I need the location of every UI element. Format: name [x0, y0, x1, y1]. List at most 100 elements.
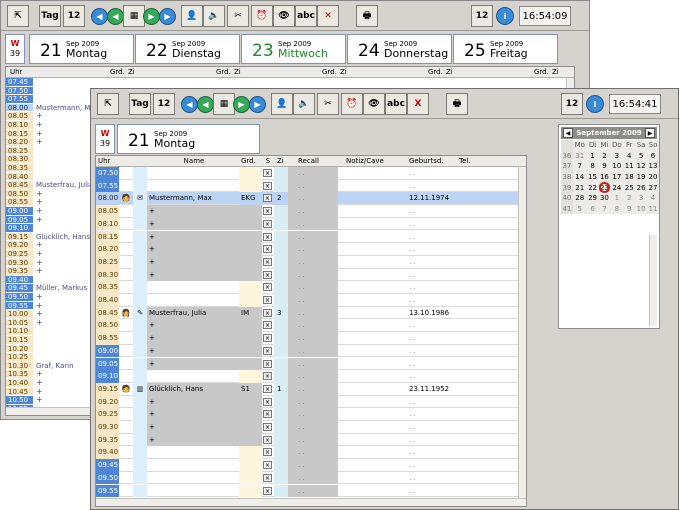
- exit-icon[interactable]: ⇱: [7, 5, 29, 27]
- calendar-day[interactable]: 20: [647, 172, 659, 183]
- patient-name-cell[interactable]: +: [147, 205, 239, 218]
- patient-name-cell[interactable]: [147, 459, 239, 472]
- patient-name-cell[interactable]: [147, 294, 239, 307]
- calendar-day[interactable]: 18: [623, 172, 635, 183]
- calendar-day[interactable]: 24: [610, 182, 623, 193]
- calendar-day[interactable]: 2: [599, 151, 611, 162]
- geburtsd-cell[interactable]: . .: [406, 434, 456, 447]
- zi-cell[interactable]: [274, 294, 288, 307]
- print-icon[interactable]: 🖶: [356, 5, 378, 27]
- recall-cell[interactable]: . .: [288, 319, 338, 333]
- grd-cell[interactable]: [239, 205, 262, 218]
- tel-cell[interactable]: [456, 231, 516, 244]
- checkbox-icon[interactable]: ×: [263, 397, 272, 406]
- print-icon[interactable]: 🖶: [446, 93, 468, 115]
- calendar-day[interactable]: 15: [587, 172, 599, 183]
- calendar-day[interactable]: 13: [647, 161, 659, 172]
- grd-cell[interactable]: [239, 344, 262, 358]
- geburtsd-cell[interactable]: . .: [406, 281, 456, 294]
- patient-name-cell[interactable]: Glücklich, Hans: [147, 382, 239, 396]
- checkbox-icon[interactable]: ×: [263, 372, 272, 381]
- recall-cell[interactable]: . .: [288, 344, 338, 358]
- notiz-cell[interactable]: [338, 434, 406, 447]
- table-row[interactable]: 09.00 + × . . . .: [96, 344, 518, 358]
- grd-cell[interactable]: [239, 484, 262, 498]
- calendar-day[interactable]: 3: [610, 151, 623, 162]
- table-row[interactable]: 09.30 + × . . . .: [96, 421, 518, 434]
- tel-cell[interactable]: [456, 269, 516, 282]
- calendar-next-icon[interactable]: ▶: [645, 128, 655, 138]
- geburtsd-cell[interactable]: 13.10.1986: [406, 307, 456, 320]
- table-row[interactable]: 08.30 + × . . . .: [96, 268, 518, 282]
- zi-cell[interactable]: [274, 433, 288, 447]
- geburtsd-cell[interactable]: 23.11.1952: [406, 383, 456, 396]
- notiz-cell[interactable]: [338, 192, 406, 205]
- grd-cell[interactable]: [239, 395, 262, 409]
- status-cell[interactable]: ×: [262, 218, 274, 231]
- status-cell[interactable]: ×: [262, 307, 274, 320]
- zi-cell[interactable]: [274, 446, 288, 460]
- tel-cell[interactable]: [456, 192, 516, 205]
- table-row[interactable]: 08.35 × . . . .: [96, 281, 518, 294]
- zi-cell[interactable]: [274, 332, 288, 345]
- patient-name-cell[interactable]: [147, 167, 239, 180]
- table-row[interactable]: 08.45 👩 ✎ Musterfrau, Julia IM × 3. . 13.10.198…: [96, 306, 518, 320]
- zi-cell[interactable]: [274, 243, 288, 256]
- calendar-day[interactable]: 17: [610, 172, 623, 183]
- patient-name-cell[interactable]: Musterfrau, Julia: [147, 306, 239, 320]
- recall-cell[interactable]: . .: [288, 294, 338, 307]
- appointment-name[interactable]: Müller, Markus: [36, 284, 87, 292]
- patient-name-cell[interactable]: +: [147, 421, 239, 434]
- calendar-day[interactable]: 16: [599, 172, 611, 183]
- grd-cell[interactable]: [239, 408, 262, 421]
- geburtsd-cell[interactable]: . .: [406, 358, 456, 371]
- calendar-day[interactable]: 8: [610, 204, 623, 215]
- checkbox-icon[interactable]: ×: [263, 410, 272, 419]
- table-row[interactable]: 09.05 + × . . . .: [96, 357, 518, 371]
- status-cell[interactable]: ×: [262, 345, 274, 358]
- add-slot-icon[interactable]: +: [36, 318, 43, 327]
- week-toggle-icon[interactable]: 12: [561, 93, 583, 115]
- grd-cell[interactable]: [239, 243, 262, 256]
- calendar-day[interactable]: 22: [587, 182, 599, 193]
- table-row[interactable]: 08.15 + × . . . .: [96, 230, 518, 244]
- zi-cell[interactable]: [274, 281, 288, 294]
- calendar-day[interactable]: 10: [610, 161, 623, 172]
- recall-cell[interactable]: . .: [288, 255, 338, 269]
- recall-cell[interactable]: . .: [288, 167, 338, 180]
- patient-name-cell[interactable]: +: [147, 408, 239, 421]
- calendar-today[interactable]: 23: [598, 182, 611, 193]
- tel-cell[interactable]: [456, 459, 516, 472]
- geburtsd-cell[interactable]: . .: [406, 319, 456, 332]
- notiz-cell[interactable]: [338, 218, 406, 231]
- patient-name-cell[interactable]: [147, 446, 239, 459]
- grd-cell[interactable]: IM: [239, 306, 262, 320]
- tel-cell[interactable]: [456, 345, 516, 358]
- week-toggle-icon[interactable]: 12: [471, 5, 493, 27]
- zi-cell[interactable]: [274, 268, 288, 282]
- checkbox-icon[interactable]: ×: [263, 473, 272, 482]
- zi-cell[interactable]: [274, 395, 288, 409]
- patient-name-cell[interactable]: +: [147, 217, 239, 231]
- calendar-day[interactable]: 27: [647, 182, 659, 193]
- recall-cell[interactable]: . .: [288, 382, 338, 396]
- next-day-icon[interactable]: ▶: [233, 96, 250, 113]
- tel-cell[interactable]: [456, 446, 516, 459]
- table-row[interactable]: 09.25 + × . . . .: [96, 408, 518, 421]
- tel-cell[interactable]: [456, 218, 516, 231]
- geburtsd-cell[interactable]: . .: [406, 472, 456, 485]
- table-row[interactable]: 09.10 × . . . .: [96, 370, 518, 383]
- patient-icon[interactable]: 👤: [271, 93, 293, 115]
- calendar-day[interactable]: 12: [635, 161, 647, 172]
- patient-name-cell[interactable]: [147, 485, 239, 498]
- geburtsd-cell[interactable]: . .: [406, 269, 456, 282]
- table-row[interactable]: 09.45 × . . . .: [96, 459, 518, 472]
- grd-cell[interactable]: [239, 281, 262, 294]
- status-cell[interactable]: ×: [262, 205, 274, 218]
- tel-cell[interactable]: [456, 307, 516, 320]
- tel-cell[interactable]: [456, 281, 516, 294]
- geburtsd-cell[interactable]: . .: [406, 421, 456, 434]
- notiz-cell[interactable]: [338, 383, 406, 396]
- checkbox-icon[interactable]: ×: [263, 448, 272, 457]
- recall-cell[interactable]: . .: [288, 179, 338, 193]
